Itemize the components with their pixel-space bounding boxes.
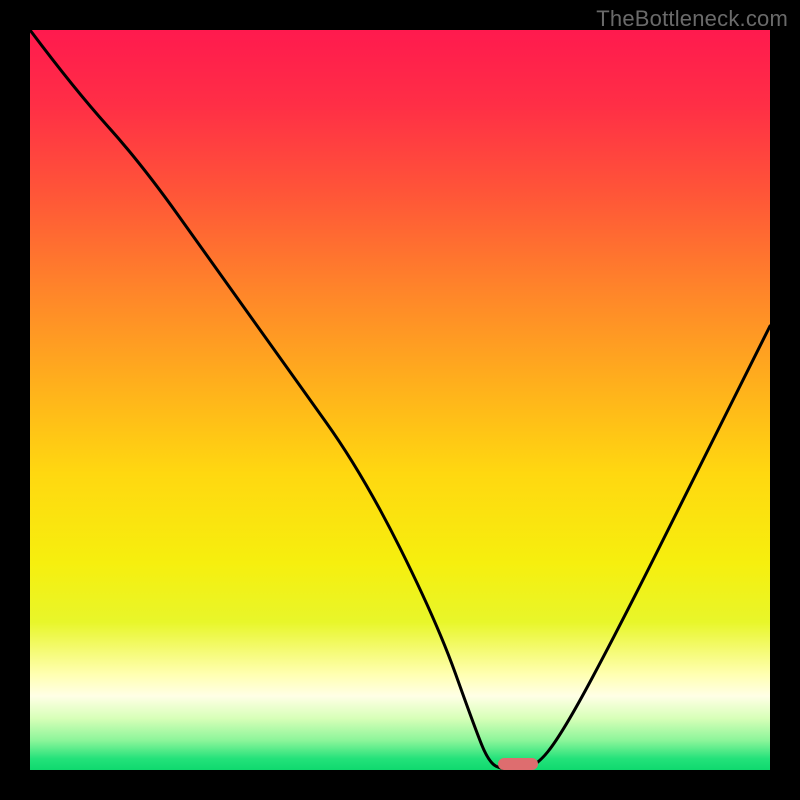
plot-area xyxy=(30,30,770,770)
optimum-marker xyxy=(498,758,538,770)
chart-frame: TheBottleneck.com xyxy=(0,0,800,800)
bottleneck-curve xyxy=(30,30,770,770)
watermark-text: TheBottleneck.com xyxy=(596,6,788,32)
